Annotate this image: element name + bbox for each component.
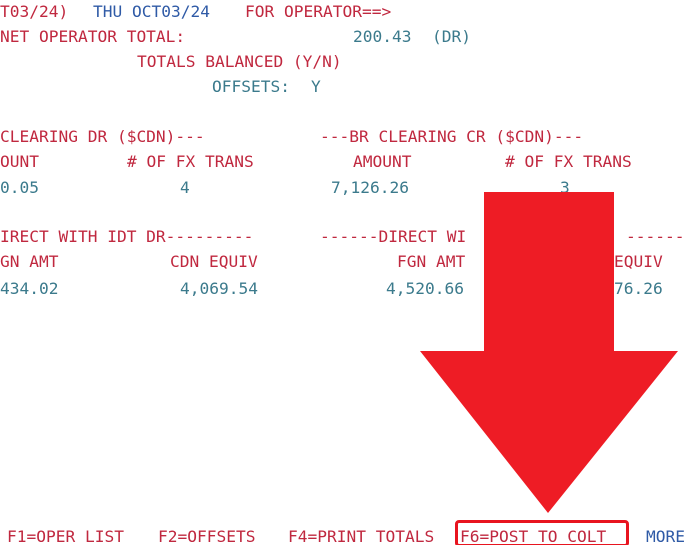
f4-print-totals-key[interactable]: F4=PRINT TOTALS [288, 527, 434, 545]
terminal-screen: T03/24) THU OCT03/24 FOR OPERATOR==> NET… [0, 0, 685, 545]
f6-highlight-box [455, 520, 629, 545]
red-arrow-annotation-icon [420, 192, 678, 513]
f2-offsets-key[interactable]: F2=OFFSETS [158, 527, 255, 545]
f1-oper-list-key[interactable]: F1=OPER LIST [7, 527, 124, 545]
more-key[interactable]: MORE [646, 527, 685, 545]
